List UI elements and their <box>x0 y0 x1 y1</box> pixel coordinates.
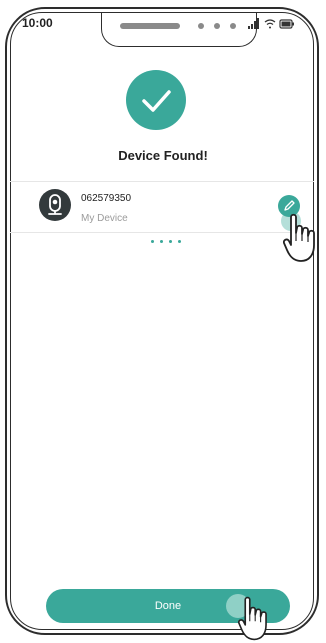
loading-dot <box>160 240 163 243</box>
tap-hand-icon <box>237 596 267 641</box>
sensor-dot <box>230 23 236 29</box>
loading-dots <box>151 240 191 244</box>
success-check-icon <box>126 70 186 130</box>
page-title: Device Found! <box>118 148 208 163</box>
front-camera-dot <box>198 23 204 29</box>
speaker-grille <box>120 23 180 29</box>
loading-dot <box>178 240 181 243</box>
device-name: My Device <box>81 213 128 224</box>
divider <box>10 181 314 182</box>
tap-hand-icon <box>283 213 315 262</box>
sensor-dot <box>214 23 220 29</box>
status-time: 10:00 <box>22 16 53 30</box>
battery-icon <box>279 19 294 29</box>
device-camera-icon <box>39 189 71 221</box>
wifi-icon <box>264 19 276 29</box>
device-id: 062579350 <box>81 193 132 204</box>
loading-dot <box>151 240 154 243</box>
loading-dot <box>169 240 172 243</box>
phone-notch <box>101 13 257 47</box>
signal-icon <box>248 18 259 29</box>
status-icons <box>248 17 298 29</box>
divider <box>10 232 314 233</box>
